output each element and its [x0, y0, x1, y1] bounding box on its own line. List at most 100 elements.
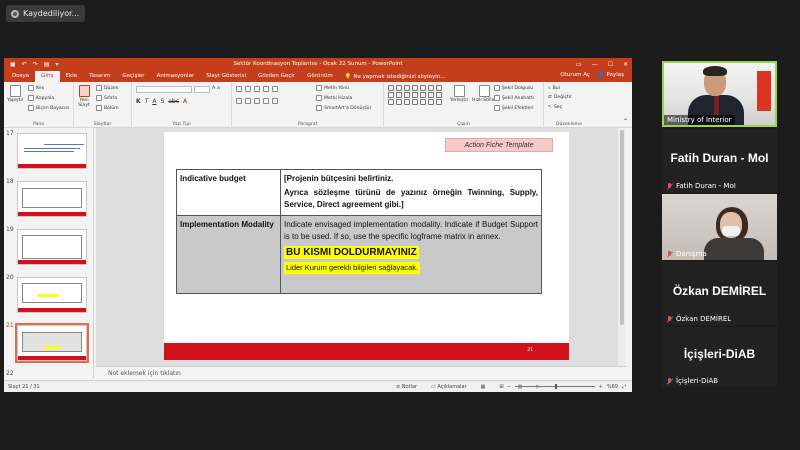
- smartart-button[interactable]: SmartArt'a Dönüştür: [316, 105, 371, 111]
- cut-button[interactable]: Kes: [28, 85, 44, 91]
- thumbnail-17[interactable]: 17: [4, 130, 94, 170]
- zoom-slider[interactable]: [514, 384, 595, 389]
- participant-tile-danisma[interactable]: Danışma: [662, 194, 777, 260]
- participant-name: Ministry of Interior: [664, 115, 735, 125]
- tell-me-search[interactable]: 💡 Ne yapmak istediğinizi söyleyin...: [345, 74, 446, 82]
- shape-fill-button[interactable]: Şekil Dolgusu: [494, 85, 533, 91]
- format-painter-button[interactable]: Biçim Boyacısı: [28, 105, 69, 111]
- slide-table[interactable]: Indicative budget [Projenin bütçesini be…: [176, 169, 542, 294]
- minimize-icon[interactable]: —: [592, 61, 598, 68]
- participant-tile-fatih[interactable]: Fatih Duran - MoI Fatih Duran - MoI: [662, 129, 777, 192]
- modality-cell[interactable]: Indicate envisaged implementation modali…: [281, 216, 541, 293]
- thumbnail-20[interactable]: 20: [4, 274, 94, 314]
- slide-sorter-icon[interactable]: ⊞: [499, 384, 503, 390]
- shadow-icon[interactable]: S: [160, 98, 164, 105]
- normal-view-icon[interactable]: ▦: [481, 384, 486, 390]
- ribbon-tabs: Dosya Giriş Ekle Tasarım Geçişler Animas…: [4, 70, 632, 82]
- participant-tile-icisleri[interactable]: İçişleri-DiAB İçişleri-DiAB: [662, 327, 777, 387]
- thumbnail-slide[interactable]: [17, 133, 87, 169]
- font-size-input[interactable]: [194, 86, 210, 93]
- zoom-out-icon[interactable]: −: [506, 384, 510, 390]
- arrange-button[interactable]: Yerleştir: [450, 85, 468, 103]
- quick-styles-icon: [478, 85, 490, 97]
- maximize-icon[interactable]: ☐: [608, 61, 613, 68]
- decrease-indent-icon[interactable]: [254, 86, 260, 92]
- align-left-icon[interactable]: [236, 98, 242, 104]
- tab-tasarim[interactable]: Tasarım: [83, 71, 116, 82]
- close-icon[interactable]: ✕: [623, 61, 628, 68]
- quick-styles-button[interactable]: Hızlı Stiller: [472, 85, 496, 103]
- paste-button[interactable]: Yapıştır: [7, 85, 24, 103]
- layout-button[interactable]: Düzen: [96, 85, 119, 91]
- notes-pane[interactable]: Not eklemek için tıklatın: [96, 366, 626, 378]
- tab-animasyonlar[interactable]: Animasyonlar: [151, 71, 201, 82]
- font-name-input[interactable]: [136, 86, 192, 93]
- slide-editor: Action Fiche Template Indicative budget …: [96, 128, 626, 366]
- arrange-label: Yerleştir: [450, 98, 469, 103]
- strikethrough-icon[interactable]: abc: [168, 98, 179, 105]
- current-slide[interactable]: Action Fiche Template Indicative budget …: [164, 132, 569, 360]
- zoom-in-icon[interactable]: +: [599, 384, 603, 390]
- tab-gorunum[interactable]: Görünüm: [301, 71, 339, 82]
- thumbnail-19[interactable]: 19: [4, 226, 94, 266]
- comments-toggle[interactable]: ▭ Açıklamalar: [431, 384, 467, 390]
- zoom-level[interactable]: %69: [607, 384, 618, 390]
- font-color-icon[interactable]: A: [183, 98, 187, 105]
- text-direction-button[interactable]: Metin Yönü: [316, 85, 349, 91]
- tab-slayt-gosterisi[interactable]: Slayt Gösterisi: [200, 71, 252, 82]
- notes-toggle[interactable]: ≡ Notlar: [396, 384, 417, 390]
- thumbnail-slide[interactable]: [17, 229, 87, 265]
- reset-button[interactable]: Sıfırla: [96, 95, 117, 101]
- sign-in-link[interactable]: Oturum Aç: [560, 72, 590, 78]
- align-right-icon[interactable]: [254, 98, 260, 104]
- shapes-gallery[interactable]: [388, 85, 443, 105]
- tab-gozden-gecir[interactable]: Gözden Geçir: [252, 71, 301, 82]
- italic-icon[interactable]: T: [145, 98, 149, 105]
- tab-gecisler[interactable]: Geçişler: [116, 71, 150, 82]
- participant-tile-ministry[interactable]: Ministry of Interior: [662, 61, 777, 127]
- align-center-icon[interactable]: [245, 98, 251, 104]
- increase-indent-icon[interactable]: [263, 86, 269, 92]
- collapse-ribbon-icon[interactable]: ⌃: [623, 118, 628, 125]
- new-slide-button[interactable]: Yeni Slayt: [77, 85, 91, 108]
- share-button[interactable]: 👤 Paylaş: [598, 72, 624, 78]
- thumbnail-number: 19: [6, 226, 14, 233]
- underline-icon[interactable]: A: [152, 98, 156, 105]
- modality-text: Indicate envisaged implementation modali…: [284, 220, 538, 241]
- shape-effects-button[interactable]: Şekil Efektleri: [494, 105, 534, 111]
- select-button[interactable]: ↖ Seç: [548, 105, 562, 110]
- budget-cell[interactable]: [Projenin bütçesini belirtiniz. Ayrıca s…: [281, 170, 541, 215]
- participant-tile-ozkan[interactable]: Özkan DEMİREL Özkan DEMİREL: [662, 262, 777, 325]
- font-size-buttons[interactable]: Aa: [212, 86, 220, 91]
- tab-ekle[interactable]: Ekle: [60, 71, 84, 82]
- replace-button[interactable]: ⇄ Değiştir: [548, 95, 572, 100]
- justify-icon[interactable]: [263, 98, 269, 104]
- record-icon: [11, 9, 19, 18]
- row-header-modality[interactable]: Implementation Modality: [177, 216, 281, 293]
- thumbnail-21[interactable]: 21: [4, 322, 94, 363]
- bullets-icon[interactable]: [236, 86, 242, 92]
- section-button[interactable]: Bölüm: [96, 105, 119, 111]
- new-slide-icon: [78, 85, 90, 97]
- tab-dosya[interactable]: Dosya: [6, 71, 35, 82]
- thumbnail-slide[interactable]: [17, 277, 87, 313]
- numbering-icon[interactable]: [245, 86, 251, 92]
- ribbon-display-icon[interactable]: ▭: [576, 61, 582, 68]
- scrollbar-thumb[interactable]: [620, 130, 624, 325]
- align-text-button[interactable]: Metni Hizala: [316, 95, 352, 101]
- bold-icon[interactable]: K: [136, 98, 141, 105]
- editor-scrollbar[interactable]: [618, 128, 626, 366]
- line-spacing-icon[interactable]: [272, 86, 278, 92]
- recording-indicator[interactable]: Kaydediliyor...: [6, 5, 85, 22]
- action-fiche-template-label[interactable]: Action Fiche Template: [445, 138, 553, 152]
- fit-slide-icon[interactable]: ⤢: [622, 384, 626, 390]
- thumbnail-18[interactable]: 18: [4, 178, 94, 218]
- find-button[interactable]: ⌕ Bul: [548, 85, 560, 92]
- row-header-budget[interactable]: Indicative budget: [177, 170, 281, 215]
- tab-giris[interactable]: Giriş: [35, 71, 60, 82]
- copy-button[interactable]: Kopyala: [28, 95, 54, 101]
- thumbnail-slide-active[interactable]: [15, 323, 89, 363]
- shape-outline-button[interactable]: Şekil Anahattı: [494, 95, 534, 101]
- thumbnail-slide[interactable]: [17, 181, 87, 217]
- columns-icon[interactable]: [272, 98, 278, 104]
